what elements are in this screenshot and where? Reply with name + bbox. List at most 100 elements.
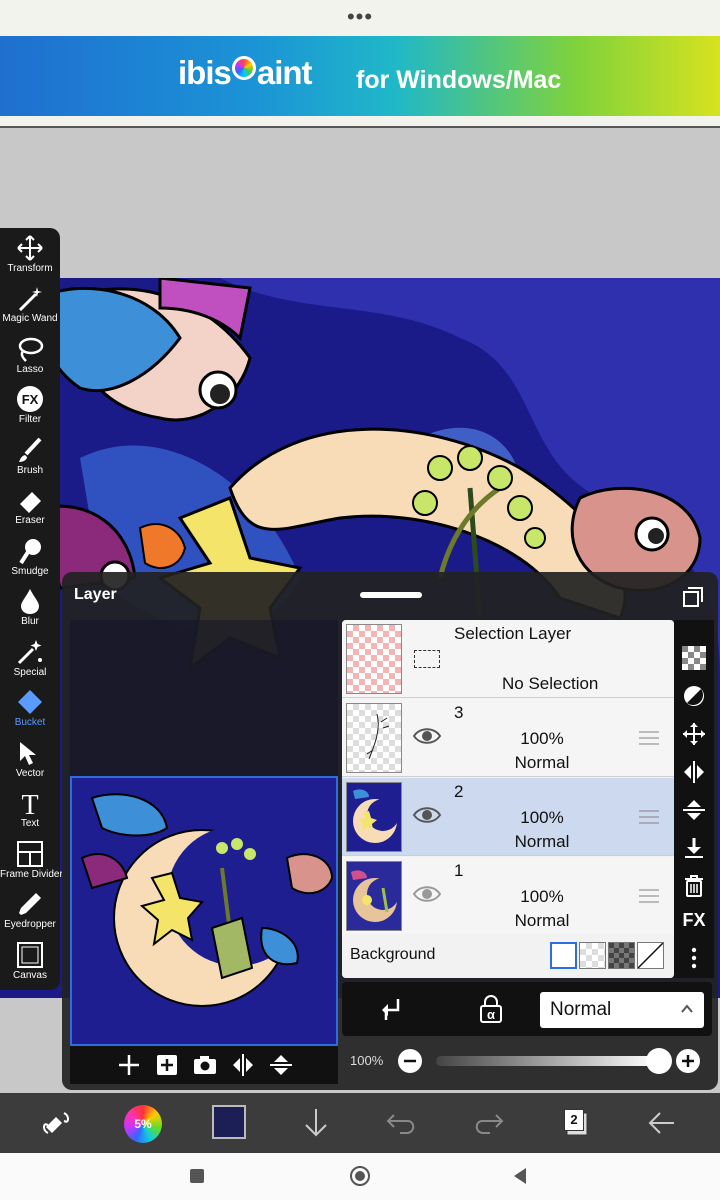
text-icon: T [21, 790, 38, 817]
brush-icon [19, 437, 42, 462]
clipping-icon[interactable] [378, 996, 404, 1022]
camera-icon[interactable] [192, 1052, 218, 1078]
visibility-eye-icon[interactable] [412, 883, 442, 905]
flip-vertical-icon[interactable] [268, 1052, 294, 1078]
blend-mode-value: Normal [550, 999, 612, 1020]
layer-row[interactable]: 1 100% Normal [342, 857, 674, 935]
alpha-lock-button[interactable]: α [478, 994, 504, 1024]
tool-label: Canvas [13, 970, 47, 981]
drag-handle-icon[interactable] [638, 729, 660, 747]
tool-eraser[interactable]: Eraser [0, 480, 60, 530]
tool-vector[interactable]: Vector [0, 733, 60, 783]
opacity-slider-track[interactable] [436, 1056, 656, 1066]
selection-layer-thumbnail [346, 624, 402, 694]
window-mode-icon[interactable] [682, 586, 704, 608]
layer-row[interactable]: 3 100% Normal [342, 699, 674, 777]
current-color-swatch[interactable] [212, 1105, 246, 1139]
brush-size-percent: 5% [134, 1117, 152, 1131]
preview-image [72, 778, 336, 1044]
tool-label: Brush [16, 465, 44, 476]
magic-wand-icon [18, 287, 42, 312]
layer-row[interactable]: 2 100% Normal [342, 778, 674, 856]
tool-label: Transform [7, 263, 53, 274]
opacity-slider-thumb[interactable] [646, 1048, 672, 1074]
lasso-icon [18, 337, 44, 362]
invert-icon[interactable] [682, 684, 706, 708]
color-wheel-button[interactable]: 5% [124, 1105, 162, 1143]
opacity-decrease-button[interactable] [398, 1049, 422, 1073]
tool-lasso[interactable]: Lasso [0, 329, 60, 379]
flip-vertical-icon[interactable] [682, 798, 706, 822]
trash-icon[interactable] [682, 874, 706, 898]
tool-switch-icon[interactable] [38, 1105, 74, 1141]
tool-filter[interactable]: FX Filter [0, 379, 60, 429]
duplicate-layer-icon[interactable] [154, 1052, 180, 1078]
more-options-icon[interactable] [682, 946, 706, 970]
vector-icon [20, 742, 36, 765]
layers-button[interactable]: 2 [562, 1107, 588, 1137]
layer-panel-title: Layer [74, 586, 117, 603]
browser-menu-dots[interactable]: ••• [0, 4, 720, 30]
layer-panel: Layer Selection Layer No Selection 3 100… [62, 572, 718, 1090]
tool-text[interactable]: T Text [0, 783, 60, 833]
tool-label: Special [13, 667, 47, 678]
tool-smudge[interactable]: Smudge [0, 531, 60, 581]
undo-icon[interactable] [384, 1105, 420, 1141]
tool-special[interactable]: Special [0, 632, 60, 682]
selection-layer-row[interactable]: Selection Layer No Selection [342, 620, 674, 698]
tool-brush[interactable]: Brush [0, 430, 60, 480]
tool-label: Bucket [14, 717, 46, 728]
layer-thumbnail [346, 861, 402, 931]
flip-horizontal-icon[interactable] [230, 1052, 256, 1078]
drag-handle-icon[interactable] [638, 887, 660, 905]
recents-icon[interactable] [186, 1165, 208, 1187]
layer-opacity: 100% [520, 808, 564, 827]
transform-icon [17, 235, 43, 261]
home-icon[interactable] [349, 1165, 371, 1187]
background-dark-checker-swatch[interactable] [608, 942, 635, 969]
canvas-icon [17, 942, 43, 968]
visibility-eye-icon[interactable] [412, 725, 442, 747]
flip-horizontal-icon[interactable] [682, 760, 706, 784]
redo-icon[interactable] [470, 1105, 506, 1141]
tool-canvas[interactable]: Canvas [0, 935, 60, 985]
background-none-swatch[interactable] [637, 942, 664, 969]
visibility-eye-icon[interactable] [412, 804, 442, 826]
background-transparent-swatch[interactable] [579, 942, 606, 969]
layer-opacity: 100% [520, 729, 564, 748]
system-nav-bar [0, 1153, 720, 1200]
add-layer-icon[interactable] [116, 1052, 142, 1078]
background-white-swatch[interactable] [550, 942, 577, 969]
drag-handle-icon[interactable] [638, 808, 660, 826]
tool-bucket[interactable]: Bucket [0, 682, 60, 732]
tool-label: Smudge [11, 566, 49, 577]
promo-banner[interactable]: ibis aint for Windows/Mac [0, 36, 720, 116]
move-icon[interactable] [682, 722, 706, 746]
down-arrow-icon[interactable] [298, 1105, 334, 1141]
tool-label: Filter [18, 414, 42, 425]
fx-button[interactable]: FX [679, 910, 709, 934]
layer-side-toolbar: FX [674, 620, 714, 978]
tool-label: Frame Divider [0, 869, 63, 880]
browser-top-bar: ••• [0, 0, 720, 36]
svg-text:T: T [21, 790, 38, 817]
filter-icon: FX [17, 386, 43, 412]
smudge-icon [19, 539, 41, 565]
tool-eyedropper[interactable]: Eyedropper [0, 884, 60, 934]
back-icon[interactable] [510, 1165, 532, 1187]
merge-down-icon[interactable] [682, 836, 706, 860]
back-arrow-icon[interactable] [644, 1105, 680, 1141]
tool-label: Vector [15, 768, 45, 779]
tool-blur[interactable]: Blur [0, 581, 60, 631]
layer-blend-mode: Normal [514, 753, 570, 772]
tool-frame-divider[interactable]: Frame Divider [0, 834, 63, 884]
transparency-checker-icon[interactable] [682, 646, 706, 670]
background-label: Background [350, 946, 436, 963]
opacity-increase-button[interactable] [676, 1049, 700, 1073]
minus-icon [404, 1059, 416, 1063]
panel-drag-handle[interactable] [360, 592, 422, 598]
tool-magic-wand[interactable]: Magic Wand [0, 278, 60, 328]
tool-transform[interactable]: Transform [0, 228, 60, 278]
layer-count-value: 2 [564, 1109, 584, 1131]
blend-mode-select[interactable]: Normal [540, 992, 704, 1028]
